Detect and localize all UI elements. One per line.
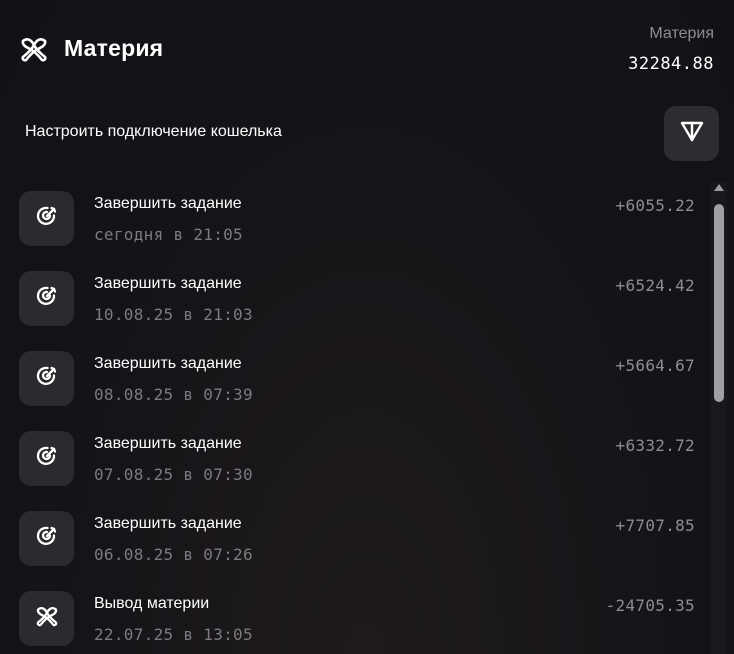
wallet-connect-label[interactable]: Настроить подключение кошелька [25,123,282,141]
ton-wallet-button[interactable] [664,106,719,161]
transaction-item[interactable]: Завершить задание 10.08.25 в 21:03 +6524.4… [0,260,712,340]
transaction-amount: +6332.72 [615,436,695,455]
transaction-title: Завершить задание [94,195,242,212]
transaction-title: Завершить задание [94,435,242,452]
target-icon [34,203,60,234]
transaction-icon-box [19,351,74,406]
target-icon [34,363,60,394]
transaction-icon-box [19,191,74,246]
transaction-date: сегодня в 21:05 [94,225,243,244]
transaction-title: Завершить задание [94,515,242,532]
transaction-amount: +6524.42 [615,276,695,295]
scrollbar-thumb[interactable] [714,204,724,402]
transaction-title: Завершить задание [94,275,242,292]
transaction-amount: -24705.35 [605,596,695,615]
transaction-amount: +6055.22 [615,196,695,215]
transaction-icon-box [19,271,74,326]
balance-label: Материя [649,25,714,42]
transaction-amount: +5664.67 [615,356,695,375]
target-icon [34,443,60,474]
transaction-icon-box [19,511,74,566]
transaction-date: 22.07.25 в 13:05 [94,625,253,644]
transaction-icon-box [19,431,74,486]
transaction-icon-box [19,591,74,646]
transaction-item[interactable]: Завершить задание 07.08.25 в 07:30 +6332.7… [0,420,712,500]
transaction-title: Завершить задание [94,355,242,372]
transaction-item[interactable]: Завершить задание 08.08.25 в 07:39 +5664.6… [0,340,712,420]
transaction-amount: +7707.85 [615,516,695,535]
transaction-date: 06.08.25 в 07:26 [94,545,253,564]
ton-icon [679,118,705,149]
balance-value: 32284.88 [628,54,714,74]
transaction-title: Вывод материи [94,595,210,612]
matter-logo-icon [34,603,60,634]
app-title: Материя [64,35,164,61]
transaction-item[interactable]: Вывод материи 22.07.25 в 13:05 -24705.35 [0,580,712,654]
transaction-date: 10.08.25 в 21:03 [94,305,253,324]
transaction-item[interactable]: Завершить задание сегодня в 21:05 +6055.22 [0,180,712,260]
header: Материя Материя 32284.88 [0,0,734,100]
transaction-date: 08.08.25 в 07:39 [94,385,253,404]
target-icon [34,523,60,554]
transaction-date: 07.08.25 в 07:30 [94,465,253,484]
target-icon [34,283,60,314]
matter-logo-icon [18,33,50,65]
scroll-up-arrow[interactable] [714,184,724,191]
wallet-connect-row[interactable]: Настроить подключение кошелька [0,104,734,164]
transaction-list[interactable]: Завершить задание сегодня в 21:05 +6055.22… [0,180,712,654]
transaction-item[interactable]: Завершить задание 06.08.25 в 07:26 +7707.8… [0,500,712,580]
